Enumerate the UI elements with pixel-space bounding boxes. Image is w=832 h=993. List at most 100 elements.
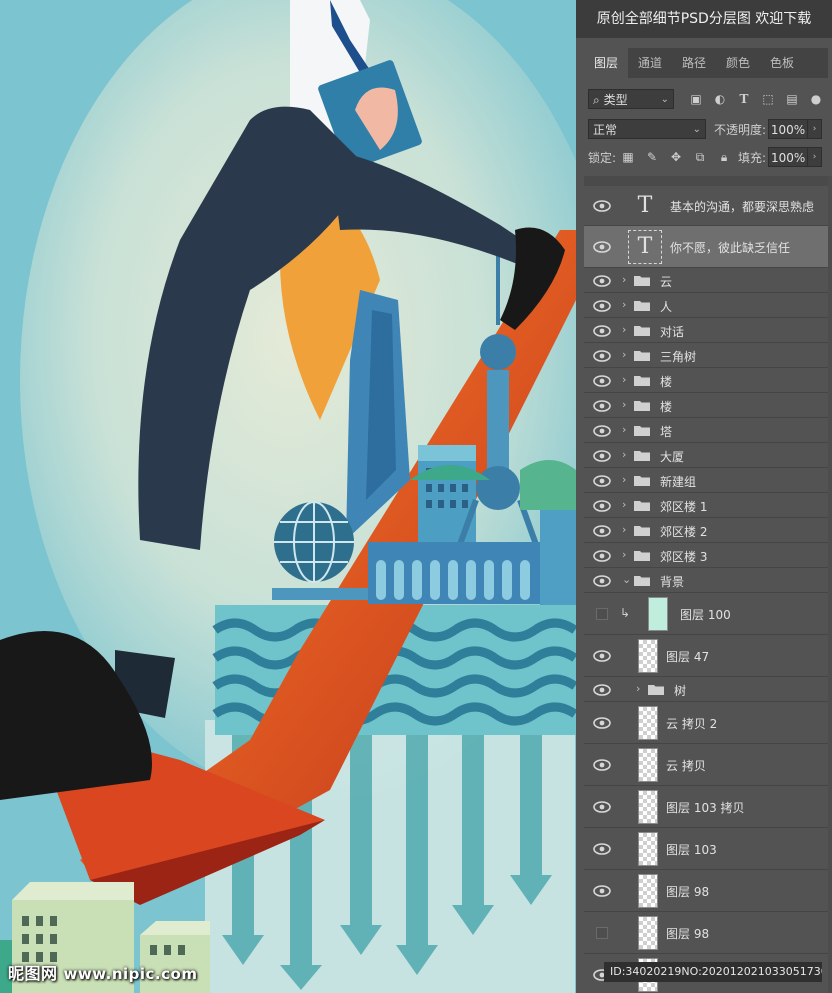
chevron-right-icon[interactable]: ›	[622, 298, 626, 311]
layer-row[interactable]: 图层 47	[584, 635, 828, 677]
layer-row[interactable]: T 你不愿，彼此缺乏信任	[584, 226, 828, 268]
chevron-right-icon[interactable]: ›	[622, 498, 626, 511]
visibility-eye-icon[interactable]	[592, 524, 612, 537]
layer-name: 图层 100	[680, 608, 731, 622]
chevron-right-icon[interactable]: ›	[636, 682, 640, 695]
layer-row[interactable]: › 三角树	[584, 343, 828, 368]
shape-filter-icon[interactable]: ⬚	[760, 91, 776, 107]
illustration	[0, 0, 576, 993]
smart-object-filter-icon[interactable]: ▤	[784, 91, 800, 107]
lock-all-icon[interactable]: 🔒︎	[716, 149, 732, 165]
visibility-eye-icon[interactable]	[592, 374, 612, 387]
tab-4[interactable]: 色板	[760, 48, 804, 78]
layer-row[interactable]: › 楼	[584, 393, 828, 418]
layer-kind-filter[interactable]: ⌕ 类型 ⌄	[588, 89, 674, 109]
lock-transparent-icon[interactable]: ▦	[620, 149, 636, 165]
fill-input[interactable]: 100%	[768, 147, 809, 167]
layer-row[interactable]: ↳ 图层 100	[584, 593, 828, 635]
filter-toggle-icon[interactable]: ●	[808, 91, 824, 107]
chevron-right-icon[interactable]: ›	[622, 323, 626, 336]
fill-dropdown-icon[interactable]: ›	[808, 147, 823, 167]
lock-artboard-icon[interactable]: ⧉	[692, 149, 708, 165]
visibility-eye-icon[interactable]	[592, 200, 612, 212]
layer-row[interactable]: › 郊区楼 1	[584, 493, 828, 518]
visibility-off-box[interactable]	[596, 927, 608, 939]
visibility-eye-icon[interactable]	[592, 843, 612, 855]
layer-name: 新建组	[660, 474, 697, 489]
visibility-eye-icon[interactable]	[592, 801, 612, 813]
adjustment-filter-icon[interactable]: ◐	[712, 91, 728, 107]
chevron-right-icon[interactable]: ›	[622, 373, 626, 386]
layers-scrollbar[interactable]	[828, 176, 832, 993]
opacity-input[interactable]: 100%	[768, 119, 809, 139]
visibility-eye-icon[interactable]	[592, 474, 612, 487]
tab-3[interactable]: 颜色	[716, 48, 760, 78]
folder-icon	[634, 300, 650, 311]
layer-row[interactable]: T 基本的沟通，都要深思熟虑	[584, 186, 828, 226]
layer-row[interactable]: 图层 103	[584, 828, 828, 870]
visibility-eye-icon[interactable]	[592, 650, 612, 662]
layer-row[interactable]: 云 拷贝	[584, 744, 828, 786]
visibility-eye-icon[interactable]	[592, 349, 612, 362]
tab-1[interactable]: 通道	[628, 48, 672, 78]
visibility-eye-icon[interactable]	[592, 549, 612, 562]
layer-name: 云 拷贝	[666, 759, 706, 773]
chevron-right-icon[interactable]: ›	[622, 348, 626, 361]
layer-name: 楼	[660, 399, 673, 414]
visibility-eye-icon[interactable]	[592, 399, 612, 412]
kind-filter-label: 类型	[603, 93, 628, 107]
image-id-bar: ID:34020219NO:20201202103305173000	[604, 962, 822, 982]
tab-0[interactable]: 图层	[584, 48, 628, 78]
layer-row[interactable]: › 树	[584, 677, 828, 702]
layer-row[interactable]: › 对话	[584, 318, 828, 343]
folder-icon	[634, 500, 650, 511]
visibility-eye-icon[interactable]	[592, 759, 612, 771]
chevron-right-icon[interactable]: ›	[622, 423, 626, 436]
visibility-eye-icon[interactable]	[592, 499, 612, 512]
visibility-eye-icon[interactable]	[592, 424, 612, 437]
layer-row[interactable]: › 郊区楼 3	[584, 543, 828, 568]
visibility-eye-icon[interactable]	[592, 885, 612, 897]
chevron-right-icon[interactable]: ›	[622, 473, 626, 486]
type-filter-icon[interactable]: T	[736, 91, 752, 107]
lock-position-icon[interactable]: ✥	[668, 149, 684, 165]
opacity-dropdown-icon[interactable]: ›	[808, 119, 823, 139]
visibility-eye-icon[interactable]	[592, 241, 612, 253]
layer-row[interactable]: › 郊区楼 2	[584, 518, 828, 543]
layer-row[interactable]: 图层 98	[584, 870, 828, 912]
chevron-down-icon: ⌄	[692, 124, 701, 135]
layer-row[interactable]: 图层 98	[584, 912, 828, 954]
chevron-right-icon[interactable]: ›	[622, 548, 626, 561]
layer-row[interactable]: › 大厦	[584, 443, 828, 468]
layer-name: 云 拷贝 2	[666, 717, 718, 731]
layer-row[interactable]: › 新建组	[584, 468, 828, 493]
visibility-eye-icon[interactable]	[592, 274, 612, 287]
layer-row[interactable]: › 塔	[584, 418, 828, 443]
layer-row[interactable]: 图层 103 拷贝	[584, 786, 828, 828]
chevron-right-icon[interactable]: ›	[622, 448, 626, 461]
chevron-right-icon[interactable]: ›	[622, 398, 626, 411]
visibility-eye-icon[interactable]	[592, 299, 612, 312]
visibility-eye-icon[interactable]	[592, 449, 612, 462]
visibility-eye-icon[interactable]	[592, 324, 612, 337]
blend-mode-select[interactable]: 正常 ⌄	[588, 119, 706, 139]
layer-row[interactable]: 云 拷贝 2	[584, 702, 828, 744]
chevron-right-icon[interactable]: ›	[622, 273, 626, 286]
visibility-eye-icon[interactable]	[592, 683, 612, 696]
layer-row[interactable]: › 云	[584, 268, 828, 293]
layer-row[interactable]: › 人	[584, 293, 828, 318]
image-filter-icon[interactable]: ▣	[688, 91, 704, 107]
visibility-eye-icon[interactable]	[592, 717, 612, 729]
folder-icon	[634, 350, 650, 361]
lock-brush-icon[interactable]: ✎	[644, 149, 660, 165]
tab-2[interactable]: 路径	[672, 48, 716, 78]
chevron-down-icon[interactable]: ⌄	[622, 573, 631, 586]
visibility-off-box[interactable]	[596, 608, 608, 620]
layer-name: 你不愿，彼此缺乏信任	[670, 241, 791, 255]
layers-list-header	[584, 176, 828, 186]
chevron-right-icon[interactable]: ›	[622, 523, 626, 536]
visibility-eye-icon[interactable]	[592, 574, 612, 587]
layer-row[interactable]: ⌄ 背景	[584, 568, 828, 593]
layer-row[interactable]: › 楼	[584, 368, 828, 393]
folder-icon	[634, 275, 650, 286]
